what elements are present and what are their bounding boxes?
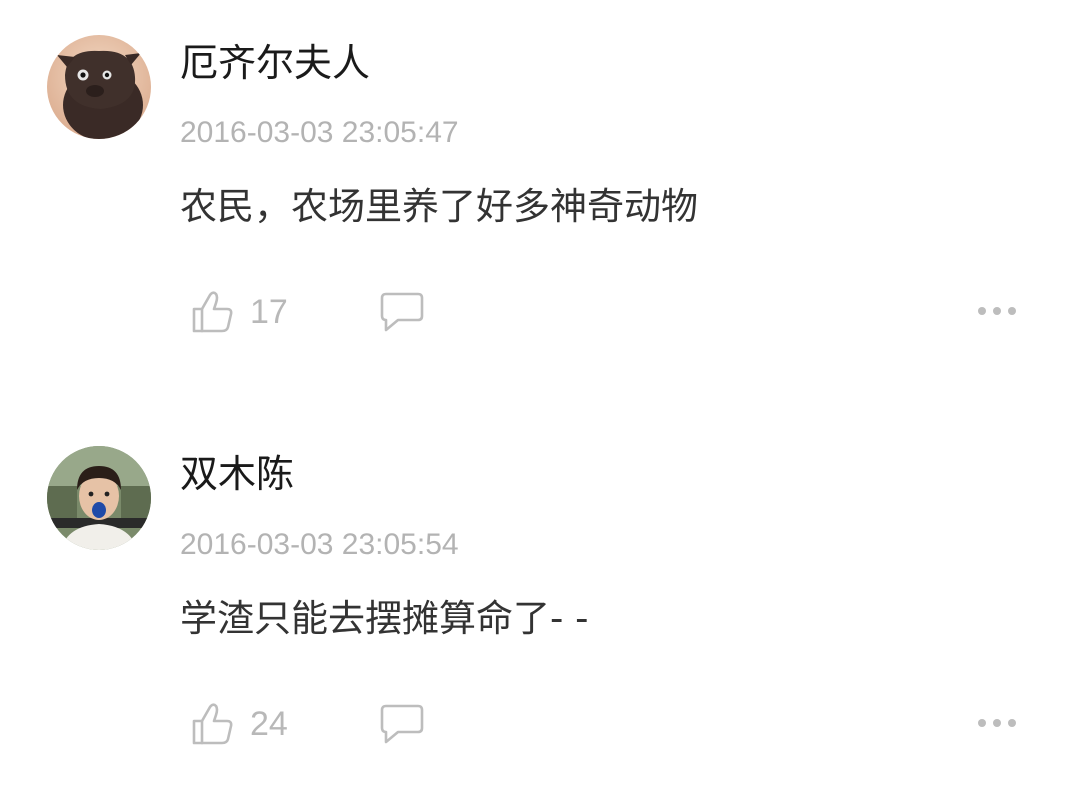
comment-item: 厄齐尔夫人 2016-03-03 23:05:47 农民，农场里养了好多神奇动物…: [0, 0, 1072, 400]
comment-text: 学渣只能去摆摊算命了- -: [180, 597, 589, 640]
ellipsis-icon: [978, 307, 1016, 315]
comment-item: 双木陈 2016-03-03 23:05:54 学渣只能去摆摊算命了- - 24: [0, 410, 1072, 810]
timestamp: 2016-03-03 23:05:47: [180, 116, 459, 149]
thumbs-up-icon: [192, 291, 233, 333]
dark-cat-avatar-icon: [47, 35, 151, 139]
like-count: 24: [250, 704, 288, 743]
more-options-button[interactable]: [974, 710, 1020, 736]
more-options-button[interactable]: [974, 298, 1020, 324]
username[interactable]: 厄齐尔夫人: [180, 44, 370, 82]
username[interactable]: 双木陈: [180, 455, 294, 493]
reply-button[interactable]: [378, 290, 426, 334]
child-photo-avatar-icon: [47, 446, 151, 550]
speech-bubble-icon: [380, 292, 424, 332]
comment-actions: 24: [0, 696, 1072, 752]
like-count: 17: [250, 292, 288, 331]
like-button[interactable]: 17: [190, 284, 288, 340]
thumbs-up-icon: [192, 703, 233, 745]
avatar[interactable]: [47, 35, 151, 139]
like-button[interactable]: 24: [190, 696, 288, 752]
comment-actions: 17: [0, 284, 1072, 340]
speech-bubble-icon: [380, 704, 424, 744]
avatar[interactable]: [47, 446, 151, 550]
comment-text: 农民，农场里养了好多神奇动物: [180, 185, 698, 228]
timestamp: 2016-03-03 23:05:54: [180, 528, 459, 561]
reply-button[interactable]: [378, 702, 426, 746]
ellipsis-icon: [978, 719, 1016, 727]
